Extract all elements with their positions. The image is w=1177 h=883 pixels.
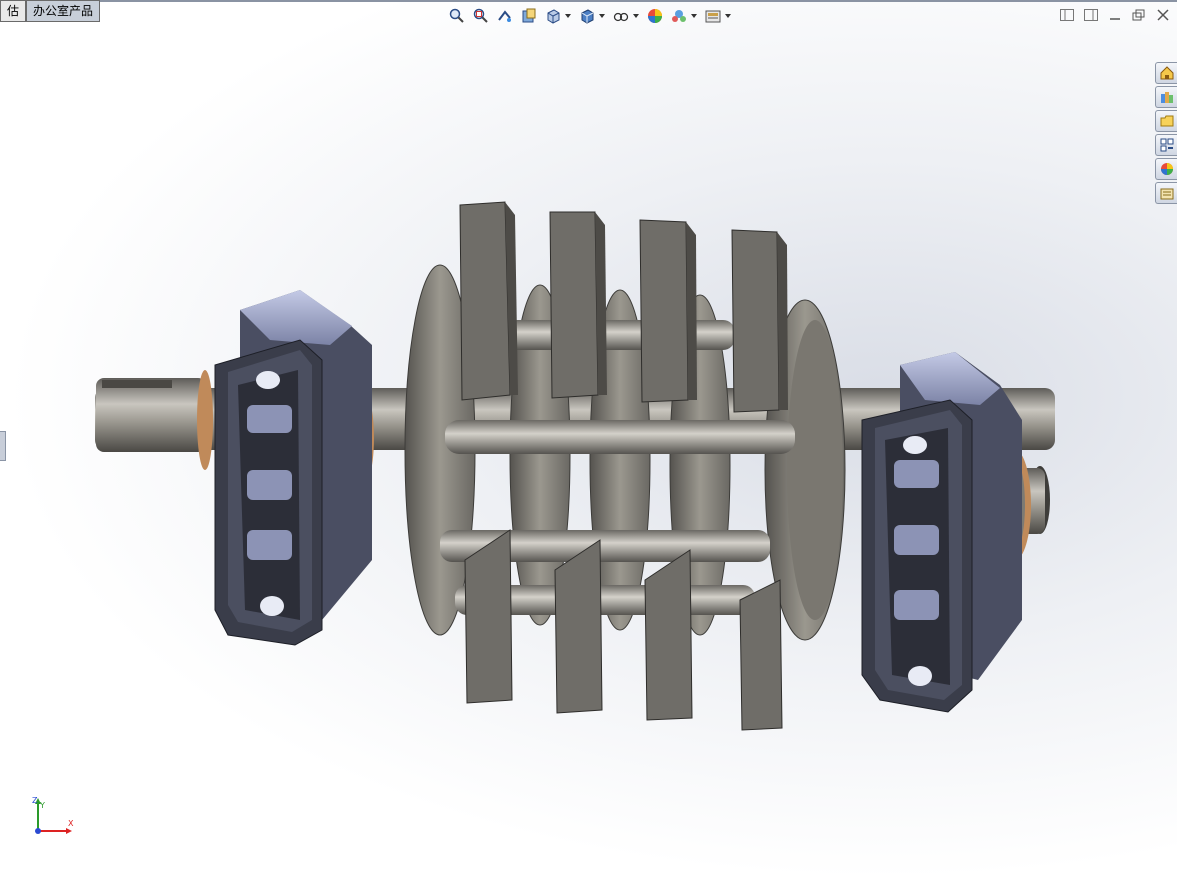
triad-x-label: X bbox=[68, 819, 74, 828]
left-bearing-housing bbox=[197, 290, 374, 646]
rotor-assembly bbox=[404, 201, 846, 731]
triad-z-label: Z bbox=[32, 796, 38, 805]
triad-y-label: Y bbox=[39, 801, 45, 810]
reference-triad: Z Y X bbox=[32, 796, 74, 834]
graphics-area[interactable] bbox=[0, 0, 1177, 883]
